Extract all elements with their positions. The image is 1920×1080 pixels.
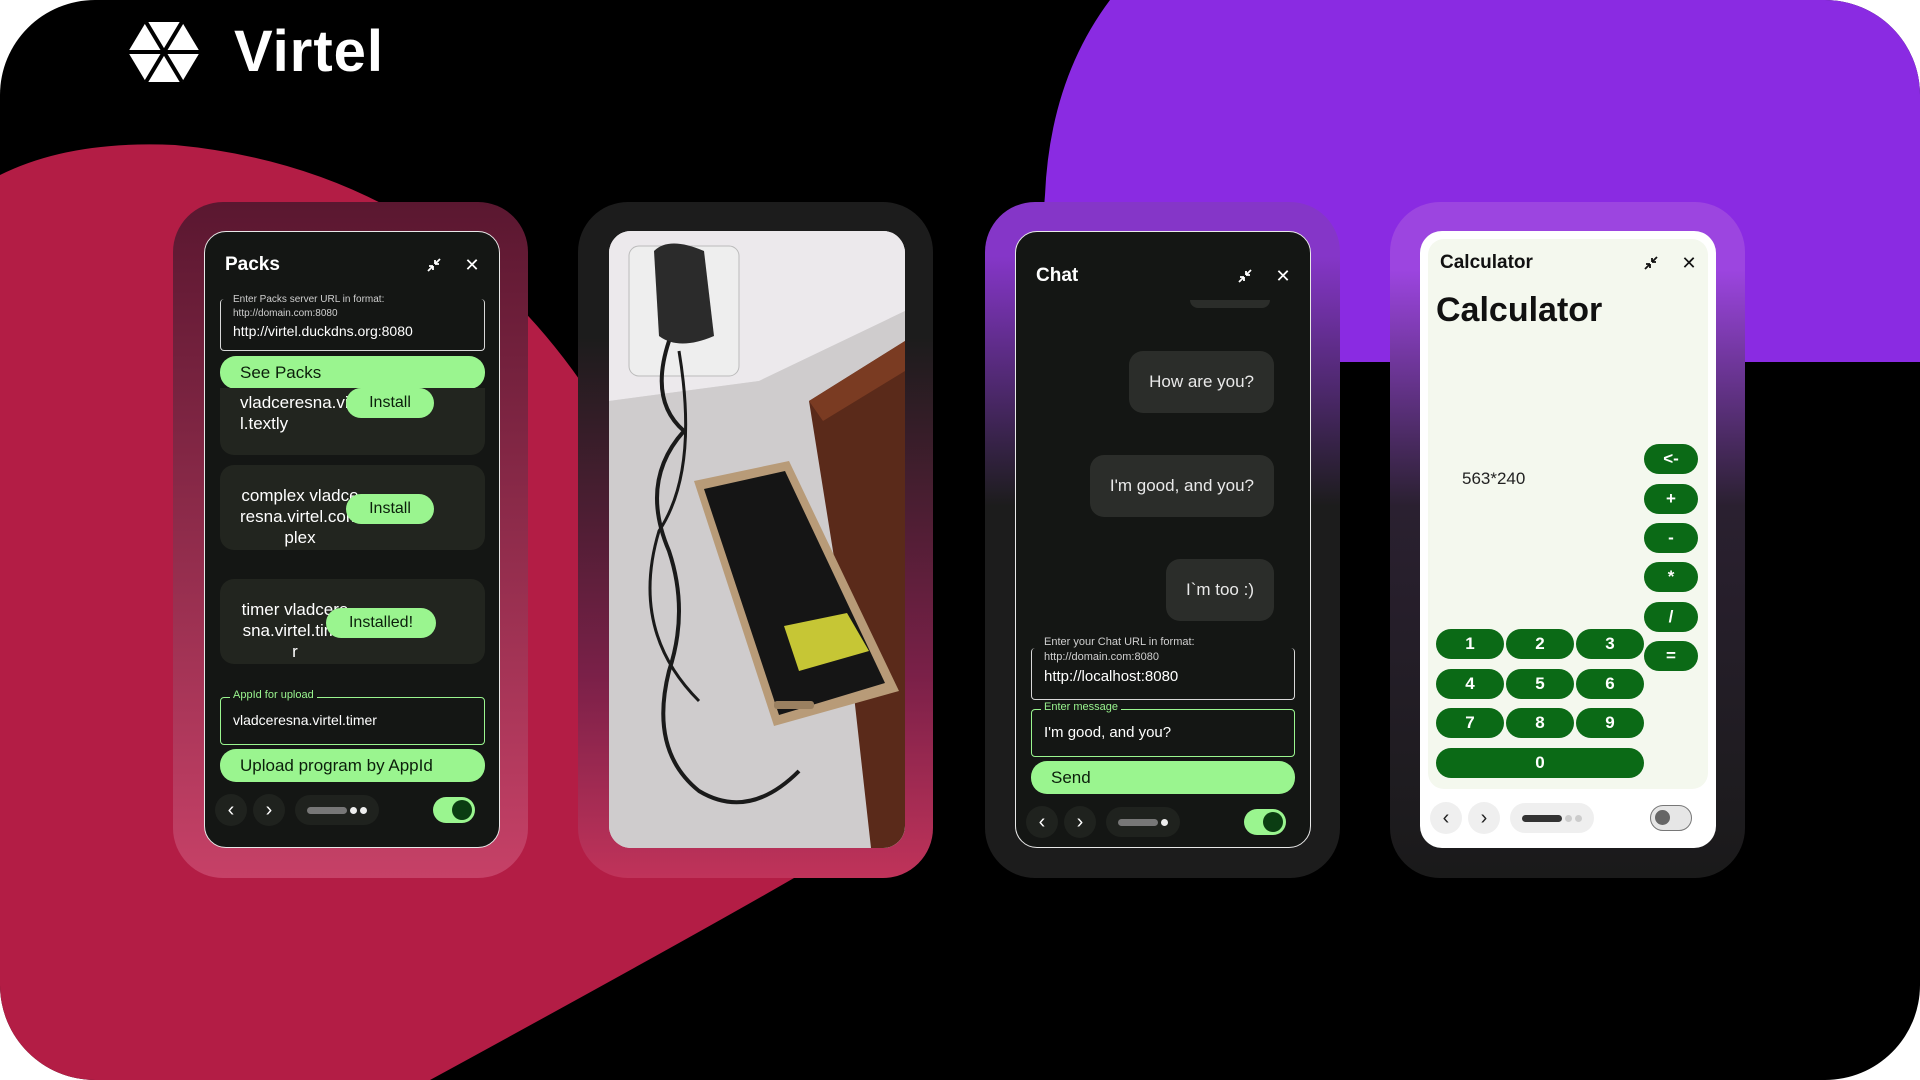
calculator-screen: Calculator ✕ Calculator 563*240 <- + - *…	[1420, 231, 1716, 848]
see-packs-button[interactable]: See Packs	[220, 356, 485, 389]
packs-url-value: http://virtel.duckdns.org:8080	[233, 323, 413, 339]
packs-title: Packs	[225, 254, 280, 275]
chat-screen: Chat ✕ How are you? I'm good, and you? I…	[1015, 231, 1311, 848]
close-icon[interactable]: ✕	[1678, 252, 1700, 274]
bottom-nav: ‹ ›	[215, 792, 489, 828]
toggle-switch[interactable]	[1244, 809, 1286, 835]
appid-label: AppId for upload	[230, 689, 317, 701]
close-icon[interactable]: ✕	[1272, 265, 1294, 287]
phone-on-table-photo	[609, 231, 905, 848]
calculator-display: 563*240	[1462, 469, 1526, 488]
page-indicator[interactable]	[1106, 807, 1180, 837]
equals-button[interactable]: =	[1644, 641, 1698, 671]
chat-message: I`m too :)	[1165, 559, 1274, 621]
chevron-right-icon[interactable]: ›	[1064, 806, 1096, 838]
chevron-right-icon[interactable]: ›	[1468, 802, 1500, 834]
chevron-left-icon[interactable]: ‹	[1430, 802, 1462, 834]
message-label: Enter message	[1041, 701, 1121, 713]
chat-message: I'm good, and you?	[1089, 455, 1274, 517]
chat-url-value: http://localhost:8080	[1044, 668, 1179, 685]
digit-button-2[interactable]: 2	[1506, 629, 1574, 659]
digit-button-3[interactable]: 3	[1576, 629, 1644, 659]
chat-header: Chat ✕	[1036, 265, 1294, 287]
page-indicator[interactable]	[295, 795, 379, 825]
toggle-switch[interactable]	[433, 797, 475, 823]
minimize-icon[interactable]	[1640, 252, 1662, 274]
packs-screen: Packs ✕ Enter Packs server URL in format…	[204, 231, 500, 848]
promo-banner: Virtel Packs ✕ Enter Packs server URL in…	[0, 0, 1920, 1080]
digit-button-0[interactable]: 0	[1436, 748, 1644, 778]
digit-button-5[interactable]: 5	[1506, 669, 1574, 699]
digit-button-6[interactable]: 6	[1576, 669, 1644, 699]
chat-message-partial	[1190, 300, 1270, 308]
multiply-button[interactable]: *	[1644, 562, 1698, 592]
chat-url-hint: http://domain.com:8080	[1044, 651, 1159, 663]
digit-button-4[interactable]: 4	[1436, 669, 1504, 699]
message-input[interactable]: Enter message I'm good, and you?	[1031, 701, 1295, 757]
digit-button-7[interactable]: 7	[1436, 708, 1504, 738]
packs-url-field[interactable]: Enter Packs server URL in format: http:/…	[220, 294, 485, 351]
calculator-heading: Calculator	[1436, 291, 1603, 329]
install-button[interactable]: Install	[346, 388, 434, 418]
minimize-icon[interactable]	[423, 254, 445, 276]
brand-logo: Virtel	[128, 18, 384, 85]
page-indicator[interactable]	[1510, 803, 1594, 833]
chevron-left-icon[interactable]: ‹	[1026, 806, 1058, 838]
upload-button[interactable]: Upload program by AppId	[220, 749, 485, 782]
digit-button-9[interactable]: 9	[1576, 708, 1644, 738]
pack-item: vladceresna.virtel.textly Install	[220, 388, 485, 455]
chat-title: Chat	[1036, 265, 1079, 286]
pack-item: complex vladceresna.virtel.complex Insta…	[220, 465, 485, 550]
photo-screen	[609, 231, 905, 848]
packs-header: Packs ✕	[225, 254, 483, 276]
packs-url-hint: http://domain.com:8080	[233, 308, 338, 319]
bottom-nav: ‹ ›	[1026, 804, 1300, 840]
chevron-right-icon[interactable]: ›	[253, 794, 285, 826]
chat-url-field[interactable]: http://domain.com:8080 http://localhost:…	[1031, 648, 1295, 700]
close-icon[interactable]: ✕	[461, 254, 483, 276]
plus-button[interactable]: +	[1644, 484, 1698, 514]
bottom-nav: ‹ ›	[1430, 800, 1706, 836]
send-button[interactable]: Send	[1031, 761, 1295, 794]
virtel-logo-icon	[128, 20, 200, 83]
digit-button-1[interactable]: 1	[1436, 629, 1504, 659]
packs-url-label: Enter Packs server URL in format:	[233, 294, 385, 305]
divide-button[interactable]: /	[1644, 602, 1698, 632]
minimize-icon[interactable]	[1234, 265, 1256, 287]
installed-button[interactable]: Installed!	[326, 608, 436, 638]
appid-upload-field[interactable]: AppId for upload vladceresna.virtel.time…	[220, 689, 485, 745]
minus-button[interactable]: -	[1644, 523, 1698, 553]
chat-message: How are you?	[1129, 351, 1274, 413]
chevron-left-icon[interactable]: ‹	[215, 794, 247, 826]
toggle-switch[interactable]	[1650, 805, 1692, 831]
appid-value: vladceresna.virtel.timer	[233, 712, 377, 728]
pack-item: timer vladceresna.virtel.timer Installed…	[220, 579, 485, 664]
pack-name: complex vladceresna.virtel.complex	[240, 486, 360, 547]
calculator-header: Calculator ✕	[1440, 252, 1700, 274]
backspace-button[interactable]: <-	[1644, 444, 1698, 474]
calculator-title: Calculator	[1440, 252, 1533, 273]
install-button[interactable]: Install	[346, 494, 434, 524]
message-value: I'm good, and you?	[1044, 724, 1172, 741]
digit-button-8[interactable]: 8	[1506, 708, 1574, 738]
brand-name: Virtel	[234, 19, 385, 84]
chat-url-label: Enter your Chat URL in format:	[1044, 636, 1195, 648]
